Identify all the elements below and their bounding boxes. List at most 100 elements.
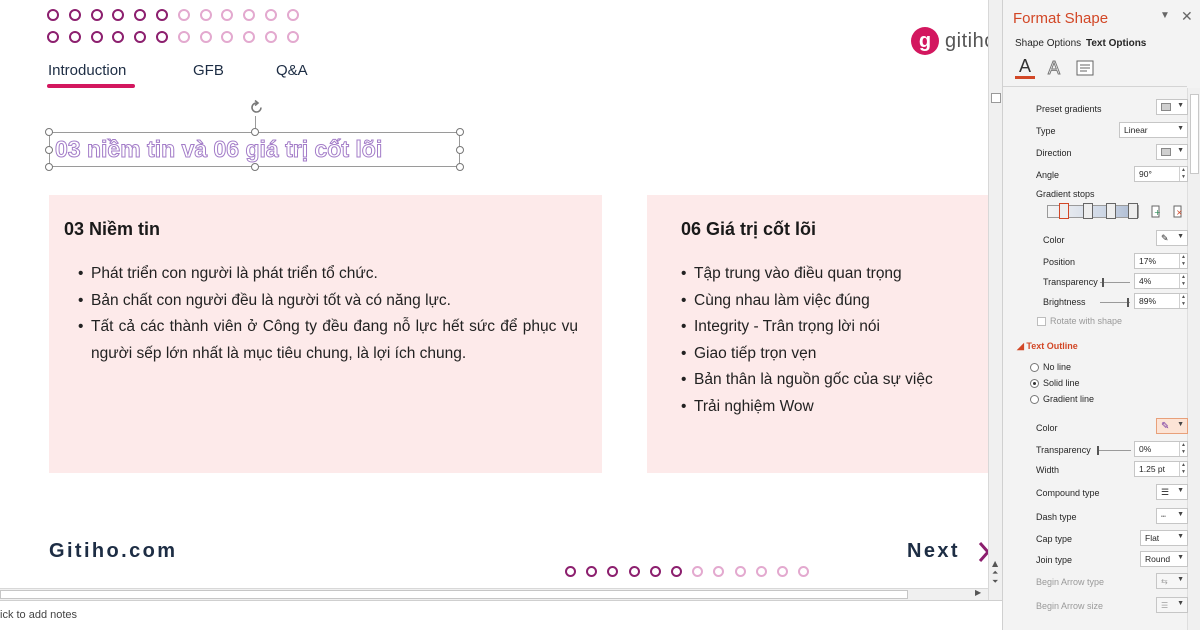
scroll-right-icon[interactable]: ▶ <box>975 588 981 597</box>
brightness-slider[interactable] <box>1100 302 1130 303</box>
chevron-down-icon: ▼ <box>1177 600 1184 607</box>
gradient-stop[interactable] <box>1128 203 1138 219</box>
core-values-card[interactable]: 06 Giá trị cốt lõi Tập trung vào điều qu… <box>647 195 988 473</box>
dot <box>264 9 277 21</box>
dot <box>649 566 661 577</box>
outline-transparency-spinner[interactable]: 0% ▲ ▼ <box>1134 441 1188 457</box>
text-fill-outline-icon[interactable]: A <box>1015 56 1035 79</box>
width-spinner[interactable]: 1.25 pt ▲ ▼ <box>1134 461 1188 477</box>
text-outline-section-toggle[interactable]: ◢ Text Outline <box>1017 341 1078 352</box>
join-type-label: Join type <box>1036 555 1073 565</box>
angle-spinner[interactable]: 90° ▲ ▼ <box>1134 166 1188 182</box>
tab-text-options[interactable]: Text Options <box>1086 38 1146 49</box>
dash-type-dropdown[interactable]: ┅ ▼ <box>1156 508 1188 524</box>
spinner-arrows-icon[interactable]: ▲ ▼ <box>1179 167 1187 181</box>
text-effects-icon[interactable]: A <box>1044 57 1064 79</box>
resize-handle-n[interactable] <box>251 128 259 136</box>
gradient-line-radio[interactable] <box>1030 395 1039 404</box>
gradient-stop-selected[interactable] <box>1059 203 1069 219</box>
remove-gradient-stop-icon[interactable]: × <box>1171 204 1185 219</box>
close-icon[interactable]: ✕ <box>1181 8 1193 25</box>
resize-handle-se[interactable] <box>456 163 464 171</box>
pane-options-chevron-down-icon[interactable]: ▼ <box>1160 10 1170 21</box>
slider-knob[interactable] <box>1102 278 1104 287</box>
dot <box>90 31 103 43</box>
next-slide-icon[interactable]: ⏷ <box>992 577 998 587</box>
chevron-down-icon: ▼ <box>1177 102 1184 109</box>
next-button[interactable]: Next <box>907 540 960 563</box>
resize-handle-nw[interactable] <box>45 128 53 136</box>
gradient-stop[interactable] <box>1083 203 1093 219</box>
slide-title[interactable]: 03 niềm tin và 06 giá trị cốt lõi <box>54 136 382 163</box>
brightness-spinner[interactable]: 89% ▲ ▼ <box>1134 293 1188 309</box>
decorative-dots-top-row-1 <box>47 9 299 21</box>
resize-handle-w[interactable] <box>45 146 53 154</box>
vertical-scroll-thumb[interactable] <box>991 93 1001 103</box>
dot <box>798 566 810 577</box>
resize-handle-sw[interactable] <box>45 163 53 171</box>
list-item: Cùng nhau làm việc đúng <box>681 288 981 315</box>
solid-line-radio[interactable] <box>1030 379 1039 388</box>
direction-swatch-icon <box>1161 148 1171 156</box>
type-dropdown[interactable]: Linear ▼ <box>1119 122 1188 138</box>
compound-type-label: Compound type <box>1036 488 1100 498</box>
nav-link-gfb[interactable]: GFB <box>193 62 224 79</box>
chevron-down-icon: ▼ <box>1177 554 1184 561</box>
tab-shape-options[interactable]: Shape Options <box>1015 38 1081 49</box>
join-type-dropdown[interactable]: Round ▼ <box>1140 551 1188 567</box>
dot <box>713 566 725 577</box>
gradient-stop[interactable] <box>1106 203 1116 219</box>
add-gradient-stop-icon[interactable]: + <box>1149 204 1163 219</box>
notes-placeholder[interactable]: ick to add notes <box>0 609 77 621</box>
begin-arrow-type-dropdown[interactable]: ⇆ ▼ <box>1156 573 1188 589</box>
logo-text: gitiho <box>945 29 988 52</box>
horizontal-scroll-thumb[interactable] <box>0 590 908 599</box>
chevron-right-icon[interactable] <box>978 541 988 563</box>
pane-divider <box>1003 86 1187 87</box>
direction-dropdown[interactable]: ▼ <box>1156 144 1188 160</box>
slide-canvas[interactable]: Introduction GFB Q&A g gitiho 03 niềm ti… <box>0 0 988 588</box>
slide-horizontal-scrollbar[interactable]: ▶ <box>0 588 988 600</box>
resize-handle-e[interactable] <box>456 146 464 154</box>
outline-color-picker[interactable]: ✎ ▼ <box>1156 418 1188 434</box>
preset-gradients-dropdown[interactable]: ▼ <box>1156 99 1188 115</box>
resize-handle-ne[interactable] <box>456 128 464 136</box>
rotate-handle-icon[interactable] <box>248 99 265 116</box>
pane-scroll-thumb[interactable] <box>1190 94 1199 174</box>
spinner-arrows-icon[interactable]: ▲ ▼ <box>1179 294 1187 308</box>
nav-link-qa[interactable]: Q&A <box>276 62 308 79</box>
notes-pane[interactable]: ick to add notes <box>0 600 1002 630</box>
position-value: 17% <box>1139 256 1157 266</box>
position-spinner[interactable]: 17% ▲ ▼ <box>1134 253 1188 269</box>
spinner-arrows-icon[interactable]: ▲ ▼ <box>1179 462 1187 476</box>
slider-knob[interactable] <box>1127 298 1129 307</box>
scroll-up-icon[interactable]: ▲ <box>992 559 998 568</box>
begin-arrow-size-dropdown[interactable]: ☰ ▼ <box>1156 597 1188 613</box>
compound-type-dropdown[interactable]: ☰ ▼ <box>1156 484 1188 500</box>
beliefs-heading: 03 Niềm tin <box>64 219 161 239</box>
cap-type-dropdown[interactable]: Flat ▼ <box>1140 530 1188 546</box>
rotate-with-shape-checkbox[interactable] <box>1037 317 1046 326</box>
dot <box>112 31 125 43</box>
outline-transparency-slider[interactable] <box>1097 450 1131 451</box>
stop-transparency-spinner[interactable]: 4% ▲ ▼ <box>1134 273 1188 289</box>
nav-link-introduction[interactable]: Introduction <box>48 62 126 79</box>
no-line-radio[interactable] <box>1030 363 1039 372</box>
width-value: 1.25 pt <box>1139 464 1165 474</box>
spinner-arrows-icon[interactable]: ▲ ▼ <box>1179 254 1187 268</box>
compound-lines-icon: ☰ <box>1161 486 1170 497</box>
stop-transparency-slider[interactable] <box>1100 282 1130 283</box>
slider-knob[interactable] <box>1097 446 1099 455</box>
spinner-arrows-icon[interactable]: ▲ ▼ <box>1179 442 1187 456</box>
textbox-icon[interactable] <box>1075 57 1095 79</box>
beliefs-card[interactable]: 03 Niềm tin Phát triển con người là phát… <box>49 195 602 473</box>
list-item: Bản thân là nguồn gốc của sự việc <box>681 367 981 394</box>
pane-scrollbar[interactable] <box>1187 88 1200 630</box>
logo-mark: g <box>911 27 939 55</box>
resize-handle-s[interactable] <box>251 163 259 171</box>
slide-vertical-scrollbar[interactable]: ▲ ⏶ ⏷ <box>988 0 1002 600</box>
preset-gradients-label: Preset gradients <box>1036 104 1102 114</box>
stop-color-picker[interactable]: ✎ ▼ <box>1156 230 1188 246</box>
dash-type-label: Dash type <box>1036 512 1077 522</box>
spinner-arrows-icon[interactable]: ▲ ▼ <box>1179 274 1187 288</box>
